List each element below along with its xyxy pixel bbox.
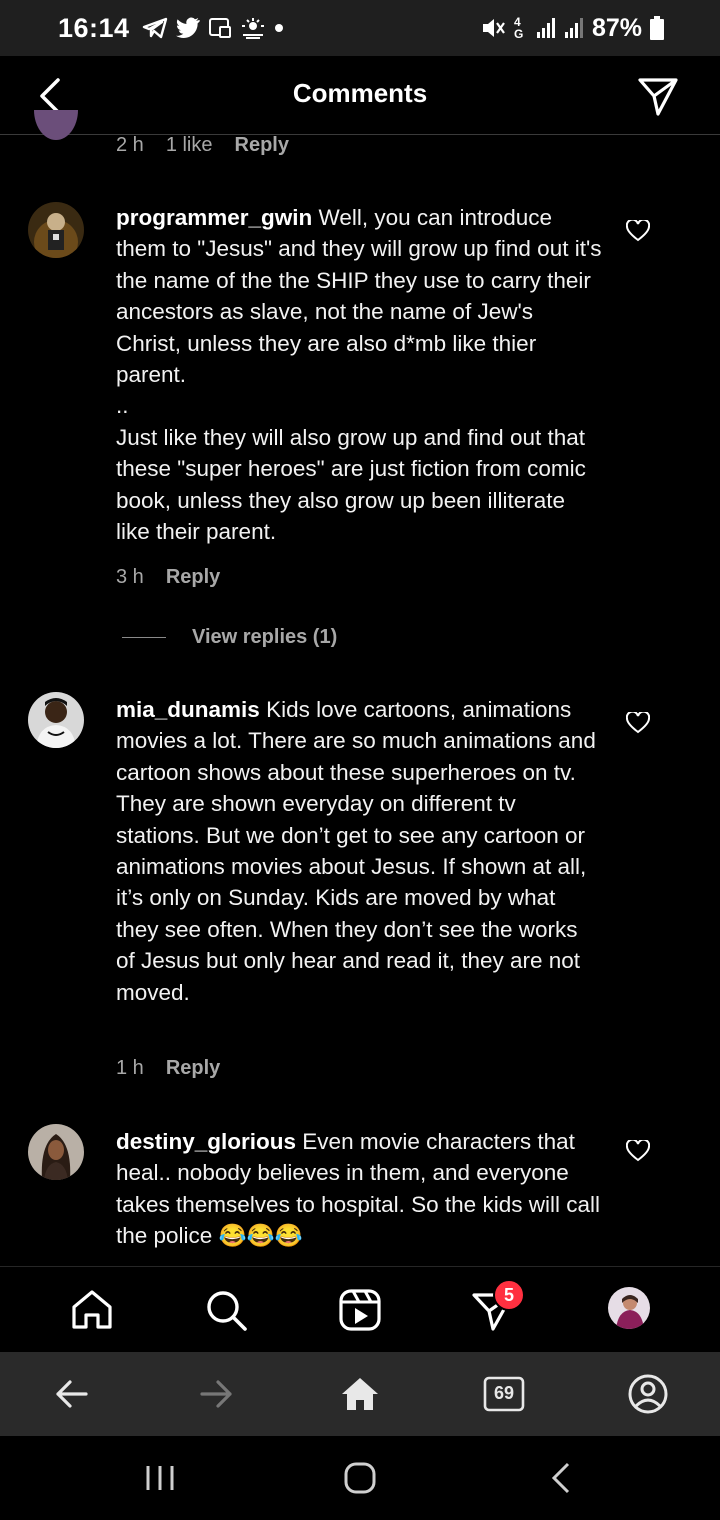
comment-meta: 1 h Reply bbox=[116, 1057, 220, 1080]
battery-percent: 87% bbox=[591, 13, 642, 42]
comment-text: mia_dunamis Kids love cartoons, animatio… bbox=[116, 694, 602, 1008]
signal-icon bbox=[536, 18, 555, 38]
browser-toolbar: 69 bbox=[0, 1352, 720, 1436]
search-icon[interactable] bbox=[203, 1287, 249, 1333]
comment-time: 2 h bbox=[116, 134, 144, 156]
home-button-icon[interactable] bbox=[340, 1458, 380, 1498]
comment-username[interactable]: programmer_gwin bbox=[116, 205, 312, 230]
comment-meta-previous: 2 h 1 like Reply bbox=[116, 134, 289, 157]
like-heart-icon[interactable] bbox=[626, 712, 650, 734]
comment-username[interactable]: destiny_glorious bbox=[116, 1129, 296, 1154]
status-bar: 16:14 4G 87% bbox=[0, 0, 720, 56]
reply-button[interactable]: Reply bbox=[166, 1057, 220, 1080]
comment-time: 1 h bbox=[116, 1057, 144, 1079]
comment-content: Well, you can introduce them to "Jesus" … bbox=[116, 205, 602, 545]
comment-content: Kids love cartoons, animations movies a … bbox=[116, 697, 603, 1005]
avatar-previous[interactable] bbox=[32, 110, 80, 142]
tabs-count: 69 bbox=[493, 1383, 515, 1403]
telegram-icon bbox=[142, 17, 167, 39]
tabs-icon[interactable]: 69 bbox=[482, 1372, 526, 1416]
dot-icon bbox=[274, 24, 283, 32]
notification-badge: 5 bbox=[493, 1279, 525, 1311]
comments-header: Comments bbox=[0, 56, 720, 135]
system-back-icon[interactable] bbox=[542, 1458, 582, 1498]
comment-time: 3 h bbox=[116, 566, 144, 588]
avatar[interactable] bbox=[28, 202, 84, 258]
page-title: Comments bbox=[292, 78, 428, 108]
reels-icon[interactable] bbox=[337, 1287, 383, 1333]
account-icon[interactable] bbox=[626, 1372, 670, 1416]
signal-icon-2 bbox=[564, 18, 583, 38]
system-navigation bbox=[0, 1436, 720, 1520]
divider bbox=[122, 637, 166, 638]
cast-icon bbox=[208, 18, 231, 38]
comment-text: destiny_glorious Even movie characters t… bbox=[116, 1126, 602, 1252]
like-count[interactable]: 1 like bbox=[166, 134, 213, 157]
comment-meta: 3 h Reply bbox=[116, 566, 220, 589]
home-icon[interactable] bbox=[69, 1287, 115, 1333]
like-heart-icon[interactable] bbox=[626, 1140, 650, 1162]
reply-button[interactable]: Reply bbox=[235, 134, 289, 157]
view-replies-label[interactable]: View replies (1) bbox=[192, 626, 337, 649]
comment-username[interactable]: mia_dunamis bbox=[116, 697, 260, 722]
avatar[interactable] bbox=[28, 692, 84, 748]
reply-button[interactable]: Reply bbox=[166, 566, 220, 589]
home-icon[interactable] bbox=[338, 1372, 382, 1416]
mute-icon bbox=[482, 19, 505, 37]
comment-text: programmer_gwin Well, you can introduce … bbox=[116, 202, 602, 547]
recent-apps-icon[interactable] bbox=[140, 1458, 180, 1498]
view-replies[interactable]: View replies (1) bbox=[122, 626, 337, 649]
weather-icon bbox=[241, 18, 264, 39]
like-heart-icon[interactable] bbox=[626, 220, 650, 242]
forward-arrow-icon[interactable] bbox=[194, 1372, 238, 1416]
notification-icons bbox=[142, 16, 284, 40]
twitter-icon bbox=[175, 17, 200, 39]
profile-avatar[interactable] bbox=[608, 1287, 650, 1329]
status-time: 16:14 bbox=[58, 12, 130, 43]
share-icon[interactable] bbox=[636, 74, 680, 118]
avatar[interactable] bbox=[28, 1124, 84, 1180]
back-arrow-icon[interactable] bbox=[50, 1372, 94, 1416]
network-type: 4G bbox=[513, 15, 524, 41]
battery-icon bbox=[650, 16, 664, 40]
system-status: 4G 87% bbox=[480, 14, 664, 43]
